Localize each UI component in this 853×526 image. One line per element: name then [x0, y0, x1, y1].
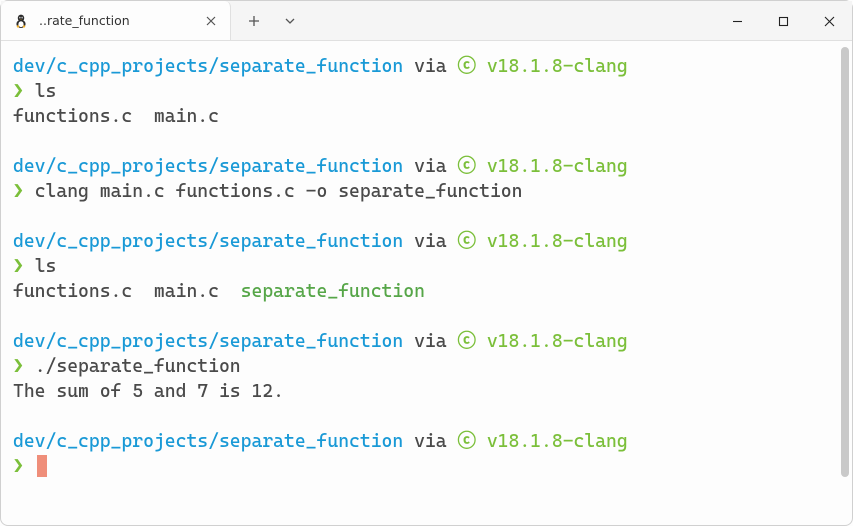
tab-close-button[interactable]	[202, 12, 220, 30]
minimize-button[interactable]	[714, 1, 760, 41]
tab-current[interactable]: ..rate_function	[1, 1, 231, 40]
output-plain: functions.c main.c	[13, 106, 219, 127]
prompt-path: dev/c_cpp_projects/separate_function	[13, 156, 403, 177]
tabbar-buttons	[231, 1, 313, 40]
prompt-path: dev/c_cpp_projects/separate_function	[13, 231, 403, 252]
output-plain: The sum of 5 and 7 is 12.	[13, 381, 284, 402]
prompt-version: v18.1.8-clang	[487, 156, 628, 177]
command-line-active[interactable]: ❯	[13, 455, 840, 480]
command-text: ls	[35, 81, 57, 102]
prompt-line: dev/c_cpp_projects/separate_function via…	[13, 155, 840, 180]
prompt-version: v18.1.8-clang	[487, 331, 628, 352]
command-line: ❯ ls	[13, 255, 840, 280]
prompt-via: via	[414, 56, 447, 77]
prompt-path: dev/c_cpp_projects/separate_function	[13, 331, 403, 352]
new-tab-button[interactable]	[239, 6, 269, 36]
command-text: ls	[35, 256, 57, 277]
c-lang-icon: ⓒ	[457, 231, 476, 252]
command-line: ❯ ./separate_function	[13, 355, 840, 380]
tux-icon	[13, 13, 29, 29]
prompt-line: dev/c_cpp_projects/separate_function via…	[13, 55, 840, 80]
prompt-line: dev/c_cpp_projects/separate_function via…	[13, 430, 840, 455]
prompt-symbol: ❯	[13, 81, 24, 102]
titlebar: ..rate_function	[1, 1, 852, 41]
prompt-via: via	[414, 231, 447, 252]
command-line: ❯ clang main.c functions.c -o separate_f…	[13, 180, 840, 205]
prompt-version: v18.1.8-clang	[487, 56, 628, 77]
prompt-symbol: ❯	[13, 256, 24, 277]
c-lang-icon: ⓒ	[457, 331, 476, 352]
prompt-version: v18.1.8-clang	[487, 431, 628, 452]
output-plain: functions.c main.c	[13, 281, 241, 302]
output-line: functions.c main.c separate_function	[13, 280, 840, 305]
c-lang-icon: ⓒ	[457, 156, 476, 177]
command-text: clang main.c functions.c -o separate_fun…	[35, 181, 523, 202]
maximize-button[interactable]	[760, 1, 806, 41]
prompt-symbol: ❯	[13, 456, 24, 477]
output-line: The sum of 5 and 7 is 12.	[13, 380, 840, 405]
tab-dropdown-button[interactable]	[275, 6, 305, 36]
window-close-button[interactable]	[806, 1, 852, 41]
scrollbar-track[interactable]	[841, 47, 849, 497]
window-controls	[714, 1, 852, 40]
output-line: functions.c main.c	[13, 105, 840, 130]
scrollbar-thumb[interactable]	[841, 47, 849, 477]
c-lang-icon: ⓒ	[457, 431, 476, 452]
prompt-via: via	[414, 431, 447, 452]
blank-line	[13, 130, 840, 155]
cursor-block	[37, 455, 47, 476]
prompt-via: via	[414, 156, 447, 177]
titlebar-drag-area[interactable]	[313, 1, 714, 40]
tab-label: ..rate_function	[39, 13, 192, 28]
prompt-symbol: ❯	[13, 181, 24, 202]
prompt-symbol: ❯	[13, 356, 24, 377]
prompt-path: dev/c_cpp_projects/separate_function	[13, 56, 403, 77]
command-text: ./separate_function	[35, 356, 241, 377]
c-lang-icon: ⓒ	[457, 56, 476, 77]
prompt-line: dev/c_cpp_projects/separate_function via…	[13, 330, 840, 355]
prompt-version: v18.1.8-clang	[487, 231, 628, 252]
blank-line	[13, 305, 840, 330]
blank-line	[13, 205, 840, 230]
prompt-path: dev/c_cpp_projects/separate_function	[13, 431, 403, 452]
command-line: ❯ ls	[13, 80, 840, 105]
blank-line	[13, 405, 840, 430]
terminal-viewport[interactable]: dev/c_cpp_projects/separate_function via…	[1, 41, 852, 525]
prompt-via: via	[414, 331, 447, 352]
prompt-line: dev/c_cpp_projects/separate_function via…	[13, 230, 840, 255]
output-exec: separate_function	[241, 281, 425, 302]
